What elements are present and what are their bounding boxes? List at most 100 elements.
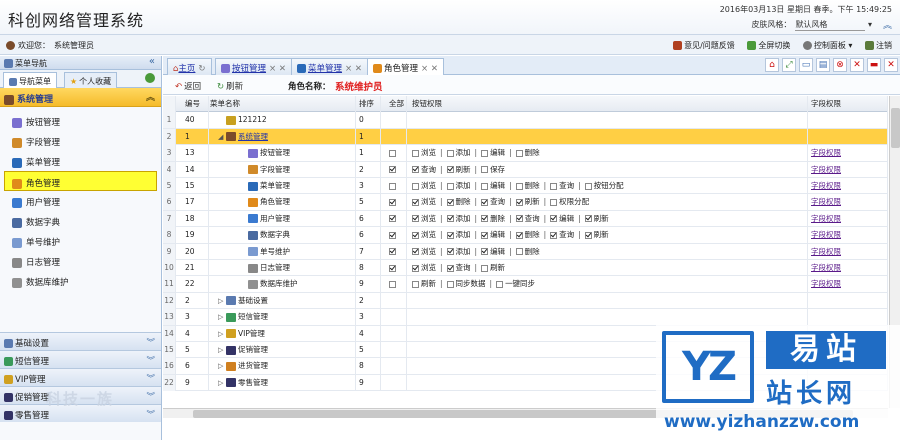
skin-selector[interactable]: 皮肤风格： 默认风格 ▾ [751, 19, 872, 31]
permission-option[interactable]: 同步数据 [446, 279, 486, 288]
table-row[interactable]: 10 21 日志管理 8 浏览 | 查询 | 刷新 字段权限 [163, 260, 888, 277]
expand-toggle-icon[interactable]: ▷ [218, 293, 226, 309]
expand-toggle-icon[interactable]: ▷ [218, 358, 226, 374]
table-row[interactable]: 2 1 ◢ 系统管理 1 [163, 128, 888, 146]
permission-option[interactable]: 浏览 [412, 263, 436, 272]
permission-option[interactable]: 编辑 [550, 214, 574, 223]
select-all-checkbox[interactable] [389, 149, 396, 157]
table-row[interactable]: 4 14 字段管理 2 查询 | 刷新 | 保存 字段权限 [163, 161, 888, 178]
tab-menus[interactable]: 菜单管理 × ✕ [291, 58, 368, 75]
permission-checkbox[interactable] [412, 264, 419, 272]
sidebar-item-menus[interactable]: 菜单管理 [0, 151, 161, 171]
permission-option[interactable]: 查询 [481, 197, 505, 206]
select-all-checkbox[interactable] [389, 280, 396, 288]
permission-checkbox[interactable] [481, 166, 489, 174]
table-row[interactable]: 11 22 数据库维护 9 刷新 | 同步数据 | 一键同步 字段权限 [163, 276, 888, 293]
permission-option[interactable]: 删除 [515, 148, 540, 157]
expand-toggle-icon[interactable]: ▷ [218, 309, 226, 325]
column-header[interactable]: 编号 [177, 96, 209, 112]
table-row[interactable]: 12 2 ▷ 基础设置 2 [163, 292, 888, 310]
field-permission-link[interactable]: 字段权限 [811, 165, 841, 174]
tab-buttons[interactable]: 按钮管理 × ✕ [215, 58, 292, 75]
expand-toggle-icon[interactable]: ▷ [218, 326, 226, 342]
permission-checkbox[interactable] [481, 149, 489, 157]
sidebar-group-vip[interactable]: VIP管理 ︾ [0, 368, 161, 386]
field-permission-link[interactable]: 字段权限 [811, 247, 841, 256]
permission-option[interactable]: 权限分配 [550, 197, 589, 206]
permission-checkbox[interactable] [446, 280, 454, 288]
permission-option[interactable]: 删除 [515, 247, 540, 256]
permission-option[interactable]: 查询 [446, 263, 471, 272]
permission-option[interactable]: 添加 [446, 148, 471, 157]
permission-checkbox[interactable] [550, 182, 558, 190]
permission-checkbox[interactable] [446, 215, 454, 223]
field-permission-link[interactable]: 字段权限 [811, 214, 841, 223]
permission-checkbox[interactable] [412, 166, 419, 174]
tab-favorites[interactable]: ★ 个人收藏 [64, 72, 118, 88]
table-row[interactable]: 7 18 用户管理 6 浏览 | 添加 | 删除 | 查询 | 编辑 | 刷新 字段权限 [163, 210, 888, 228]
sidebar-item-buttons[interactable]: 按钮管理 [0, 111, 161, 131]
column-header[interactable]: 按钮权限 [408, 96, 808, 112]
permission-option[interactable]: 查询 [515, 214, 540, 223]
sidebar-item-database[interactable]: 数据库维护 [0, 271, 161, 291]
column-header[interactable]: 全部 [382, 96, 407, 112]
scroll-thumb[interactable] [891, 108, 900, 148]
field-permission-link[interactable]: 字段权限 [811, 279, 841, 288]
permission-option[interactable]: 添加 [446, 181, 471, 190]
permission-option[interactable]: 查询 [412, 165, 436, 174]
field-permission-link[interactable]: 字段权限 [811, 230, 841, 239]
select-all-checkbox[interactable] [389, 248, 396, 256]
window-icon[interactable]: ▭ [799, 58, 813, 72]
permission-checkbox[interactable] [481, 248, 489, 256]
tab-home[interactable]: ⌂主页 ↻ [167, 58, 212, 75]
permission-option[interactable]: 删除 [446, 197, 471, 206]
permission-option[interactable]: 浏览 [412, 230, 436, 239]
permission-option[interactable]: 刷新 [412, 279, 436, 288]
permission-checkbox[interactable] [481, 264, 489, 272]
collapse-header-icon[interactable]: ︽ [883, 18, 892, 31]
permission-option[interactable]: 查询 [550, 230, 574, 239]
fullscreen-icon[interactable]: ⤢ [782, 58, 796, 72]
permission-option[interactable]: 删除 [515, 230, 540, 239]
permission-option[interactable]: 编辑 [481, 181, 505, 190]
permission-checkbox[interactable] [550, 231, 558, 239]
select-all-checkbox[interactable] [389, 231, 396, 239]
permission-checkbox[interactable] [496, 280, 504, 288]
close-window-icon[interactable]: ✕ [884, 58, 898, 72]
field-permission-link[interactable]: 字段权限 [811, 197, 841, 206]
skin-select[interactable]: 默认风格 [795, 19, 866, 31]
permission-checkbox[interactable] [515, 248, 523, 256]
refresh-icon[interactable] [145, 73, 155, 83]
table-row[interactable]: 3 13 按钮管理 1 浏览 | 添加 | 编辑 | 删除 字段权限 [163, 145, 888, 162]
permission-checkbox[interactable] [584, 215, 592, 223]
permission-checkbox[interactable] [446, 182, 454, 190]
column-header[interactable]: 字段权限 [809, 96, 888, 112]
table-row[interactable]: 8 19 数据字典 6 浏览 | 添加 | 编辑 | 删除 | 查询 | 刷新 字段权限 [163, 227, 888, 244]
fullscreen-button[interactable]: 全屏切换 [747, 41, 790, 50]
sidebar-item-logs[interactable]: 日志管理 [0, 251, 161, 271]
sidebar-item-dictionary[interactable]: 数据字典 [0, 211, 161, 231]
field-permission-link[interactable]: 字段权限 [811, 181, 841, 190]
control-panel-button[interactable]: 控制面板 ▾ [802, 41, 852, 50]
permission-checkbox[interactable] [446, 166, 454, 174]
permission-option[interactable]: 按钮分配 [584, 181, 624, 190]
permission-checkbox[interactable] [550, 215, 558, 223]
permission-option[interactable]: 添加 [446, 247, 471, 256]
column-header[interactable]: 菜单名称 [210, 96, 356, 112]
permission-checkbox[interactable] [446, 231, 454, 239]
permission-checkbox[interactable] [515, 149, 523, 157]
table-row[interactable]: 6 17 角色管理 5 浏览 | 删除 | 查询 | 刷新 | 权限分配 字段权限 [163, 194, 888, 211]
permission-option[interactable]: 添加 [446, 214, 471, 223]
permission-option[interactable]: 浏览 [412, 214, 436, 223]
permission-checkbox[interactable] [481, 231, 489, 239]
permission-checkbox[interactable] [481, 198, 489, 206]
permission-checkbox[interactable] [412, 231, 419, 239]
expand-toggle-icon[interactable]: ▷ [218, 342, 226, 358]
permission-checkbox[interactable] [446, 264, 454, 272]
close-all-icon[interactable]: ⊗ [833, 58, 847, 72]
permission-checkbox[interactable] [412, 215, 419, 223]
table-row[interactable]: 9 20 单号维护 7 浏览 | 添加 | 编辑 | 删除 字段权限 [163, 243, 888, 260]
sidebar-item-users[interactable]: 用户管理 [0, 191, 161, 211]
close-icon[interactable]: × ✕ [345, 64, 362, 74]
permission-checkbox[interactable] [584, 182, 592, 190]
